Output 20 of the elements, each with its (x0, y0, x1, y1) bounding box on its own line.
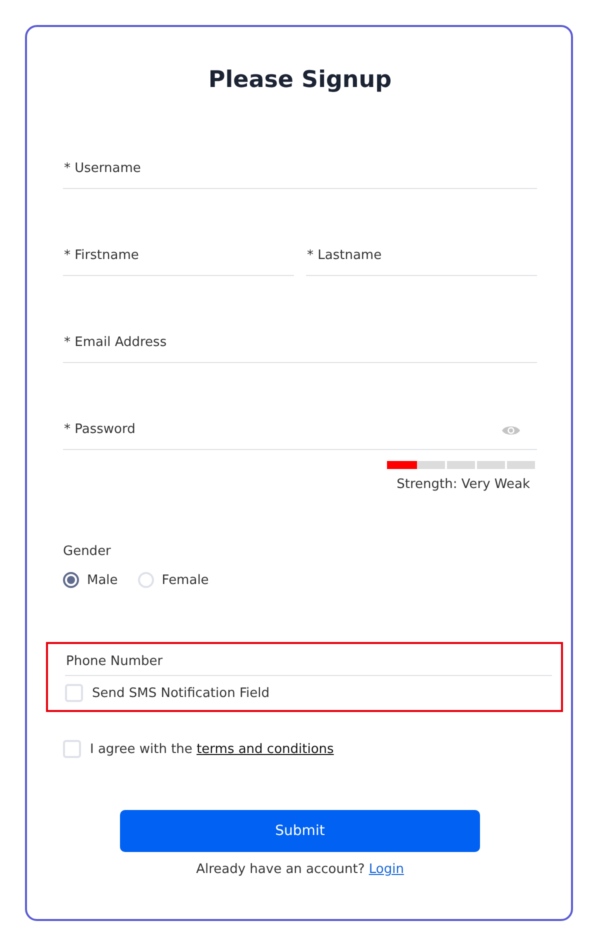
eye-icon[interactable] (501, 424, 521, 437)
input-field[interactable]: Phone Number (65, 648, 552, 676)
input-field[interactable]: * Lastname (306, 236, 537, 276)
login-prompt: Already have an account? Login (195, 862, 405, 877)
login-link[interactable]: Login (368, 862, 404, 877)
agree-text: I agree with the terms and conditions (90, 742, 334, 756)
checkbox[interactable] (63, 740, 81, 758)
submit-button[interactable]: Submit (120, 810, 480, 852)
strength-label: Strength: Very Weak (396, 477, 530, 492)
radio-button[interactable] (63, 572, 79, 588)
form-title: Please Signup (207, 66, 393, 95)
radio-label[interactable]: Female (162, 572, 209, 588)
gender-label: Gender (63, 544, 112, 559)
input-field[interactable]: * Email Address (63, 323, 537, 363)
checkbox[interactable] (65, 684, 83, 702)
terms-link[interactable]: terms and conditions (196, 742, 334, 756)
radio-label[interactable]: Male (87, 572, 118, 588)
input-field[interactable]: * Firstname (63, 236, 294, 276)
input-field[interactable]: * Username (63, 149, 537, 189)
checkbox-label[interactable]: Send SMS Notification Field (92, 686, 270, 700)
